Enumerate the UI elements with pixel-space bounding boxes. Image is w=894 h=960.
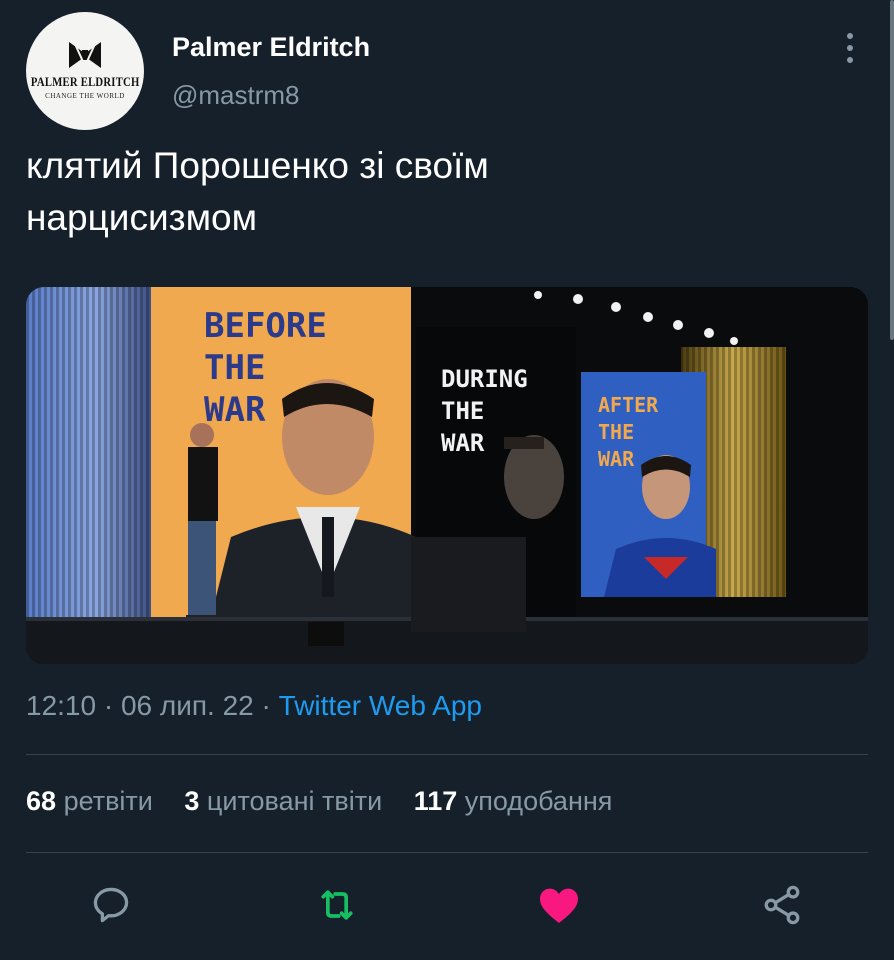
tweet-timestamp: 12:10 · 06 лип. 22 · Twitter Web App bbox=[26, 690, 482, 722]
share-button[interactable] bbox=[757, 880, 807, 930]
retweets-count: 68 bbox=[26, 786, 57, 816]
tweet-text-line: клятий Порошенко зі своїм bbox=[26, 145, 489, 186]
retweet-button[interactable] bbox=[312, 880, 362, 930]
author-handle[interactable]: @mastrm8 bbox=[172, 80, 300, 111]
after-word: AFTER bbox=[598, 393, 659, 417]
after-word: THE bbox=[598, 420, 634, 444]
tweet-text-line: нарцисизмом bbox=[26, 197, 258, 238]
quotes-stat[interactable]: 3 цитовані твіти bbox=[184, 786, 382, 816]
during-word: DURING bbox=[441, 365, 528, 393]
tweet-date[interactable]: 06 лип. 22 bbox=[121, 690, 254, 721]
before-word: THE bbox=[204, 348, 265, 388]
more-options-button[interactable] bbox=[840, 32, 860, 64]
likes-stat[interactable]: 117 уподобання bbox=[414, 786, 613, 816]
avatar-tagline: CHANGE THE WORLD bbox=[45, 92, 125, 100]
stage-photo: BEFORE THE WAR DURING THE WAR AFTER THE … bbox=[26, 287, 868, 664]
tweet-source-link[interactable]: Twitter Web App bbox=[279, 690, 482, 721]
retweet-icon bbox=[321, 890, 353, 920]
retweets-stat[interactable]: 68 ретвіти bbox=[26, 786, 153, 816]
reply-icon bbox=[93, 887, 129, 923]
during-word: WAR bbox=[441, 429, 485, 457]
likes-count: 117 bbox=[413, 786, 458, 816]
tweet-stats: 68 ретвіти 3 цитовані твіти 117 уподобан… bbox=[26, 786, 636, 817]
tweet-time[interactable]: 12:10 bbox=[26, 690, 96, 721]
tweet-text: клятий Порошенко зі своїм нарцисизмом bbox=[26, 140, 856, 244]
during-word: THE bbox=[441, 397, 484, 425]
tweet-media[interactable]: BEFORE THE WAR DURING THE WAR AFTER THE … bbox=[26, 287, 868, 664]
meta-separator: · bbox=[96, 690, 121, 721]
avatar-brand: PALMER ELDRITCH bbox=[30, 74, 140, 89]
meta-separator: · bbox=[253, 690, 279, 721]
like-icon bbox=[540, 888, 578, 923]
likes-label: уподобання bbox=[464, 786, 613, 816]
scrollbar[interactable] bbox=[890, 0, 894, 340]
bowtie-logo-icon bbox=[69, 42, 101, 69]
before-word: BEFORE bbox=[204, 306, 327, 346]
after-word: WAR bbox=[598, 447, 635, 471]
divider bbox=[26, 852, 868, 853]
before-word: WAR bbox=[204, 390, 266, 430]
retweets-label: ретвіти bbox=[63, 786, 153, 816]
quotes-count: 3 bbox=[184, 786, 200, 816]
share-icon bbox=[764, 885, 800, 925]
avatar[interactable]: PALMER ELDRITCH CHANGE THE WORLD bbox=[26, 12, 144, 130]
divider bbox=[26, 754, 868, 755]
author-name[interactable]: Palmer Eldritch bbox=[172, 32, 370, 63]
like-button[interactable] bbox=[534, 880, 584, 930]
quotes-label: цитовані твіти bbox=[206, 786, 383, 816]
reply-button[interactable] bbox=[86, 880, 136, 930]
